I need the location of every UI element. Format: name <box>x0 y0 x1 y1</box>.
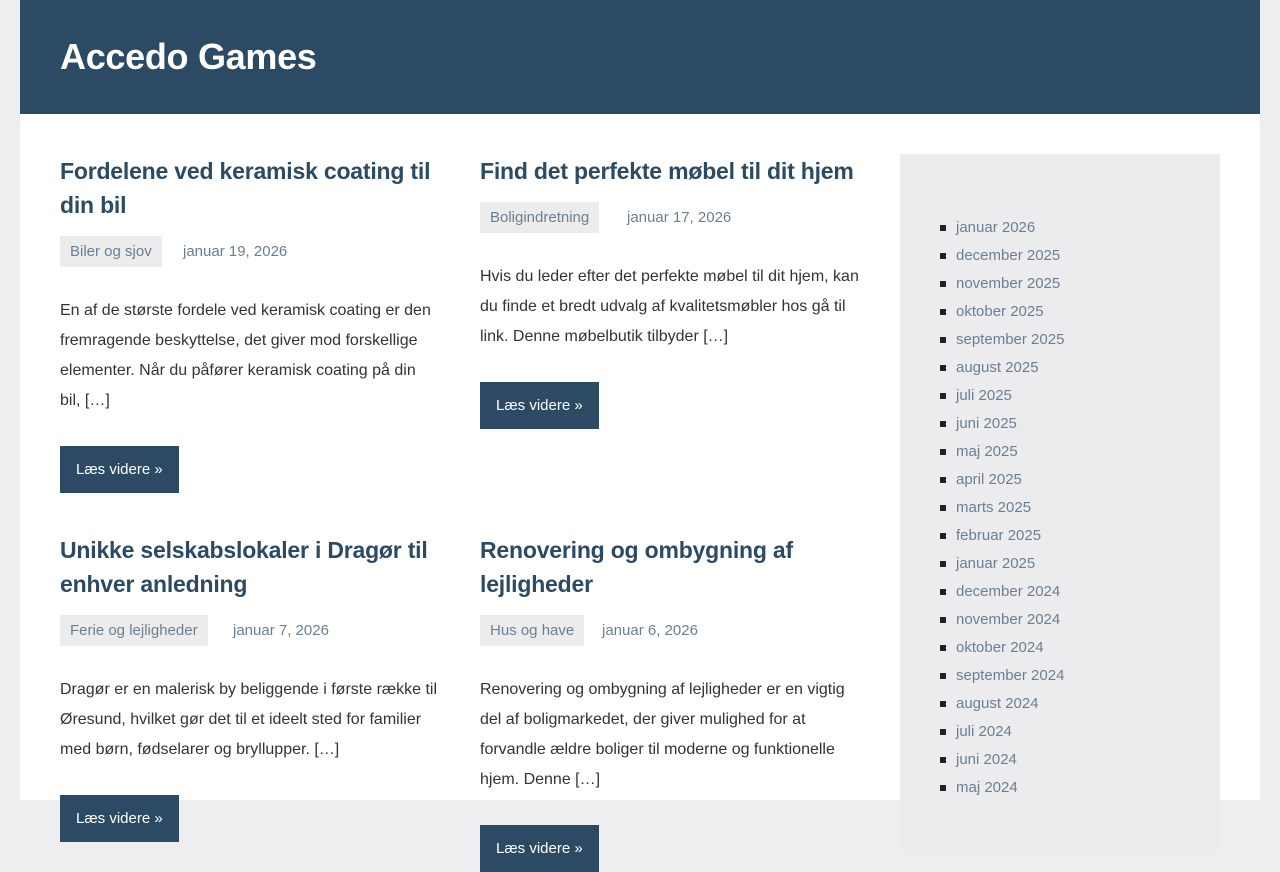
bullet-icon <box>940 225 946 231</box>
archive-item: december 2025 <box>940 242 1064 270</box>
archive-month-link[interactable]: oktober 2024 <box>956 639 1044 656</box>
archive-month-link[interactable]: september 2024 <box>956 667 1064 684</box>
archive-month-link[interactable]: september 2025 <box>956 331 1064 348</box>
post-card: Find det perfekte møbel til dit hjem Bol… <box>480 154 860 429</box>
bullet-icon <box>940 309 946 315</box>
post-meta: Biler og sjov januar 19, 2026 <box>60 236 440 267</box>
post-category-link[interactable]: Ferie og lejligheder <box>60 615 208 646</box>
archive-item: januar 2025 <box>940 550 1064 578</box>
post-excerpt: Renovering og ombygning af lejligheder e… <box>480 681 845 788</box>
archive-month-link[interactable]: november 2025 <box>956 275 1060 292</box>
post-date-link[interactable]: januar 6, 2026 <box>602 615 698 646</box>
bullet-icon <box>940 421 946 427</box>
archive-item: maj 2025 <box>940 438 1064 466</box>
sidebar-archive-widget: januar 2026 december 2025 november 2025 okt… <box>900 154 1220 854</box>
archive-month-link[interactable]: august 2024 <box>956 695 1039 712</box>
bullet-icon <box>940 645 946 651</box>
post-excerpt: Hvis du leder efter det perfekte møbel t… <box>480 268 859 345</box>
archive-month-link[interactable]: februar 2025 <box>956 527 1041 544</box>
archive-month-link[interactable]: november 2024 <box>956 611 1060 628</box>
archive-month-link[interactable]: juli 2025 <box>956 387 1012 404</box>
post-category-link[interactable]: Hus og have <box>480 615 585 646</box>
archive-item: marts 2025 <box>940 494 1064 522</box>
archive-item: oktober 2024 <box>940 634 1064 662</box>
archive-item: juni 2025 <box>940 410 1064 438</box>
archive-item: oktober 2025 <box>940 298 1064 326</box>
archive-list: januar 2026 december 2025 november 2025 okt… <box>940 214 1064 802</box>
post-excerpt: En af de største fordele ved keramisk co… <box>60 302 431 409</box>
post-card: Renovering og ombygning af lejligheder H… <box>480 533 860 872</box>
post-card: Fordelene ved keramisk coating til din b… <box>60 154 440 493</box>
site-header: Accedo Games <box>20 0 1260 114</box>
site-title-link[interactable]: Accedo Games <box>60 36 317 78</box>
archive-item: november 2024 <box>940 606 1064 634</box>
bullet-icon <box>940 785 946 791</box>
archive-item: juli 2025 <box>940 382 1064 410</box>
archive-item: september 2025 <box>940 326 1064 354</box>
archive-month-link[interactable]: juli 2024 <box>956 723 1012 740</box>
read-more-button[interactable]: Læs videre » <box>60 446 179 493</box>
post-category-link[interactable]: Biler og sjov <box>60 236 162 267</box>
archive-item: juni 2024 <box>940 746 1064 774</box>
post-title-link[interactable]: Fordelene ved keramisk coating til din b… <box>60 154 440 222</box>
archive-item: januar 2026 <box>940 214 1064 242</box>
archive-item: december 2024 <box>940 578 1064 606</box>
post-category-link[interactable]: Boligindretning <box>480 202 600 233</box>
bullet-icon <box>940 757 946 763</box>
post-title-link[interactable]: Find det perfekte møbel til dit hjem <box>480 154 860 188</box>
post-card: Unikke selskabslokaler i Dragør til enhv… <box>60 533 440 842</box>
archive-item: august 2024 <box>940 690 1064 718</box>
bullet-icon <box>940 701 946 707</box>
archive-month-link[interactable]: januar 2025 <box>956 555 1035 572</box>
post-title-link[interactable]: Unikke selskabslokaler i Dragør til enhv… <box>60 533 440 601</box>
bullet-icon <box>940 393 946 399</box>
bullet-icon <box>940 253 946 259</box>
post-date-link[interactable]: januar 19, 2026 <box>183 236 287 267</box>
post-date-link[interactable]: januar 7, 2026 <box>233 615 329 646</box>
archive-month-link[interactable]: december 2025 <box>956 247 1060 264</box>
archive-item: september 2024 <box>940 662 1064 690</box>
bullet-icon <box>940 365 946 371</box>
archive-month-link[interactable]: april 2025 <box>956 471 1022 488</box>
bullet-icon <box>940 589 946 595</box>
archive-month-link[interactable]: maj 2025 <box>956 443 1018 460</box>
archive-item: maj 2024 <box>940 774 1064 802</box>
archive-month-link[interactable]: august 2025 <box>956 359 1039 376</box>
bullet-icon <box>940 337 946 343</box>
archive-item: november 2025 <box>940 270 1064 298</box>
archive-item: april 2025 <box>940 466 1064 494</box>
read-more-button[interactable]: Læs videre » <box>480 382 599 429</box>
archive-item: juli 2024 <box>940 718 1064 746</box>
read-more-button[interactable]: Læs videre » <box>480 825 599 872</box>
site-container: Accedo Games Fordelene ved keramisk coat… <box>20 0 1260 872</box>
bullet-icon <box>940 729 946 735</box>
archive-month-link[interactable]: juni 2024 <box>956 751 1017 768</box>
archive-month-link[interactable]: december 2024 <box>956 583 1060 600</box>
read-more-button[interactable]: Læs videre » <box>60 795 179 842</box>
post-title-link[interactable]: Renovering og ombygning af lejligheder <box>480 533 860 601</box>
post-date-link[interactable]: januar 17, 2026 <box>627 202 731 233</box>
bullet-icon <box>940 505 946 511</box>
post-meta: Ferie og lejligheder januar 7, 2026 <box>60 615 440 646</box>
post-meta: Boligindretning januar 17, 2026 <box>480 202 860 233</box>
archive-month-link[interactable]: marts 2025 <box>956 499 1031 516</box>
archive-item: august 2025 <box>940 354 1064 382</box>
archive-month-link[interactable]: juni 2025 <box>956 415 1017 432</box>
post-excerpt: Dragør er en malerisk by beliggende i fø… <box>60 681 438 758</box>
bullet-icon <box>940 449 946 455</box>
bullet-icon <box>940 561 946 567</box>
archive-item: februar 2025 <box>940 522 1064 550</box>
bullet-icon <box>940 673 946 679</box>
archive-month-link[interactable]: maj 2024 <box>956 779 1018 796</box>
bullet-icon <box>940 533 946 539</box>
bullet-icon <box>940 281 946 287</box>
archive-month-link[interactable]: oktober 2025 <box>956 303 1044 320</box>
post-meta: Hus og have januar 6, 2026 <box>480 615 860 646</box>
bullet-icon <box>940 617 946 623</box>
bullet-icon <box>940 477 946 483</box>
archive-month-link[interactable]: januar 2026 <box>956 219 1035 236</box>
